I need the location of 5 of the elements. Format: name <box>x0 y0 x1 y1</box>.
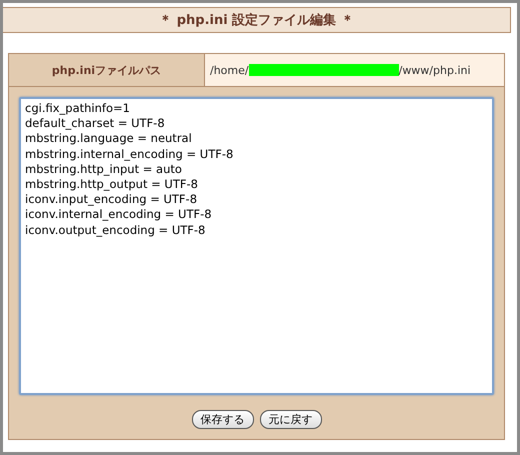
revert-button[interactable]: 元に戻す <box>260 410 322 429</box>
page-title: ＊ php.ini 設定ファイル編集 ＊ <box>3 7 511 33</box>
save-button[interactable]: 保存する <box>192 410 254 429</box>
path-prefix: /home/ <box>210 64 249 76</box>
config-text-area[interactable]: cgi.fix_pathinfo=1 default_charset = UTF-8 mbstring.language = neutral mbstring.internal_encoding = UTF-8 mbstring.http_input = auto mbstring.http_output = UTF-8 iconv.input_encoding = UTF-8 iconv.internal_encoding = UTF-8 iconv.output_encoding = UTF-8 <box>19 97 494 395</box>
